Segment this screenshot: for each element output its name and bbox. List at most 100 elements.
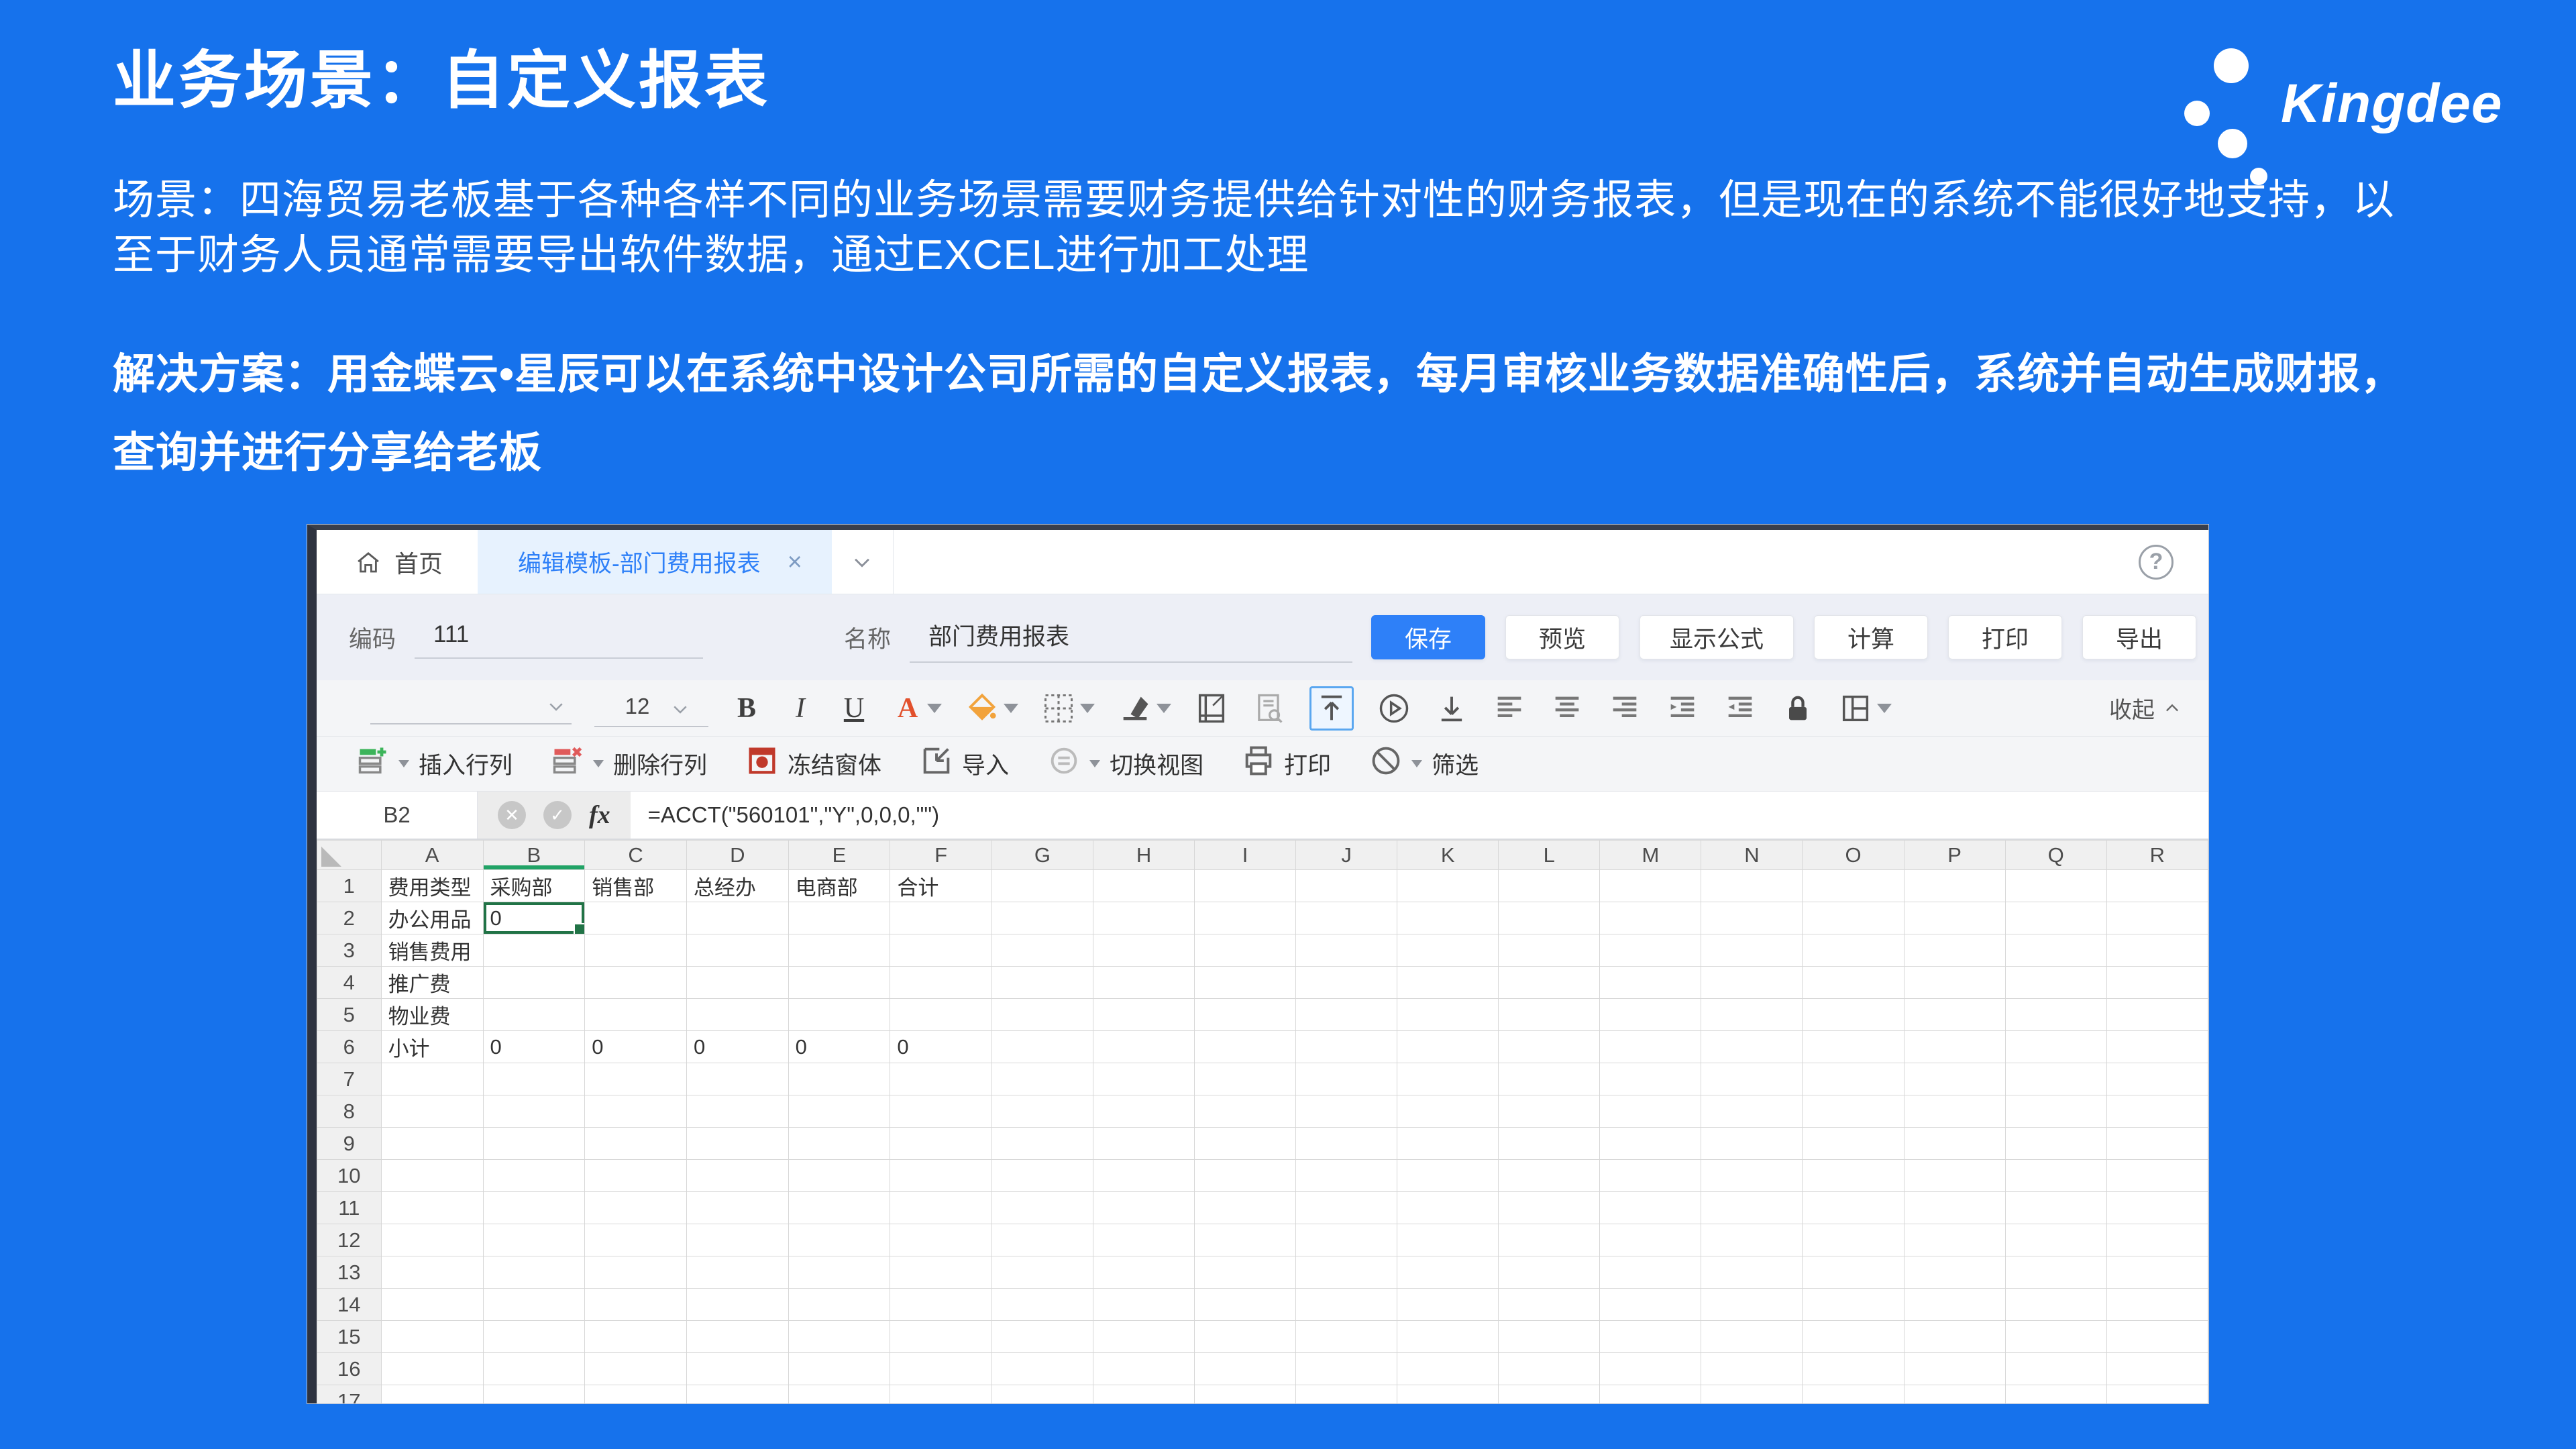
cell-O2[interactable] [1803, 902, 1904, 934]
eraser-button[interactable] [1118, 691, 1171, 726]
row-header-2[interactable]: 2 [317, 902, 382, 934]
cell-B6[interactable]: 0 [483, 1031, 585, 1063]
row-header-3[interactable]: 3 [317, 934, 382, 967]
font-color-button[interactable]: A [892, 689, 942, 728]
filter-button[interactable]: 筛选 [1368, 743, 1479, 784]
cell-J16[interactable] [1296, 1353, 1397, 1385]
cell-I14[interactable] [1195, 1289, 1296, 1321]
cell-H14[interactable] [1093, 1289, 1194, 1321]
cell-I10[interactable] [1195, 1160, 1296, 1192]
cell-I17[interactable] [1195, 1385, 1296, 1404]
cell-J15[interactable] [1296, 1321, 1397, 1353]
cell-H5[interactable] [1093, 999, 1194, 1031]
cell-E15[interactable] [788, 1321, 890, 1353]
cell-J5[interactable] [1296, 999, 1397, 1031]
export-button[interactable]: 导出 [2082, 615, 2196, 659]
cell-I9[interactable] [1195, 1128, 1296, 1160]
cell-R12[interactable] [2106, 1224, 2208, 1256]
column-header-E[interactable]: E [788, 841, 890, 870]
cell-B4[interactable] [483, 967, 585, 999]
align-right-button[interactable] [1607, 691, 1642, 726]
cell-O12[interactable] [1803, 1224, 1904, 1256]
cell-H2[interactable] [1093, 902, 1194, 934]
cell-Q14[interactable] [2005, 1289, 2106, 1321]
import-button[interactable]: 导入 [919, 743, 1009, 784]
cell-P5[interactable] [1904, 999, 2005, 1031]
column-header-I[interactable]: I [1195, 841, 1296, 870]
cell-L9[interactable] [1499, 1128, 1600, 1160]
cell-N15[interactable] [1701, 1321, 1803, 1353]
cell-E12[interactable] [788, 1224, 890, 1256]
cell-A6[interactable]: 小计 [381, 1031, 483, 1063]
indent-increase-button[interactable] [1665, 691, 1700, 726]
cell-M6[interactable] [1600, 1031, 1701, 1063]
borders-button[interactable] [1041, 691, 1095, 726]
font-family-select[interactable] [370, 692, 572, 724]
cell-K15[interactable] [1397, 1321, 1499, 1353]
cell-L17[interactable] [1499, 1385, 1600, 1404]
cell-J1[interactable] [1296, 870, 1397, 902]
cell-D1[interactable]: 总经办 [686, 870, 788, 902]
cell-H1[interactable] [1093, 870, 1194, 902]
align-left-button[interactable] [1492, 691, 1527, 726]
cell-H6[interactable] [1093, 1031, 1194, 1063]
cell-C12[interactable] [585, 1224, 687, 1256]
cell-Q15[interactable] [2005, 1321, 2106, 1353]
cell-A1[interactable]: 费用类型 [381, 870, 483, 902]
cell-J13[interactable] [1296, 1256, 1397, 1289]
cell-G16[interactable] [991, 1353, 1093, 1385]
cell-E16[interactable] [788, 1353, 890, 1385]
indent-decrease-button[interactable] [1723, 691, 1758, 726]
cell-Q12[interactable] [2005, 1224, 2106, 1256]
cell-E9[interactable] [788, 1128, 890, 1160]
cell-A13[interactable] [381, 1256, 483, 1289]
cell-G4[interactable] [991, 967, 1093, 999]
cell-H4[interactable] [1093, 967, 1194, 999]
cell-D12[interactable] [686, 1224, 788, 1256]
cell-P2[interactable] [1904, 902, 2005, 934]
cell-J12[interactable] [1296, 1224, 1397, 1256]
cell-E3[interactable] [788, 934, 890, 967]
cell-G11[interactable] [991, 1192, 1093, 1224]
row-header-12[interactable]: 12 [317, 1224, 382, 1256]
cell-E10[interactable] [788, 1160, 890, 1192]
table-view-button[interactable] [1838, 691, 1892, 726]
cell-G5[interactable] [991, 999, 1093, 1031]
cell-R13[interactable] [2106, 1256, 2208, 1289]
row-header-13[interactable]: 13 [317, 1256, 382, 1289]
cell-L14[interactable] [1499, 1289, 1600, 1321]
select-all-corner[interactable] [317, 841, 382, 870]
italic-button[interactable]: I [785, 689, 816, 728]
cell-Q9[interactable] [2005, 1128, 2106, 1160]
cell-B15[interactable] [483, 1321, 585, 1353]
cell-B3[interactable] [483, 934, 585, 967]
cell-R10[interactable] [2106, 1160, 2208, 1192]
cell-R5[interactable] [2106, 999, 2208, 1031]
freeze-pane-button[interactable]: 冻结窗体 [745, 743, 881, 784]
cell-K10[interactable] [1397, 1160, 1499, 1192]
cell-I11[interactable] [1195, 1192, 1296, 1224]
cell-C4[interactable] [585, 967, 687, 999]
cell-B13[interactable] [483, 1256, 585, 1289]
cell-F17[interactable] [890, 1385, 992, 1404]
cell-C16[interactable] [585, 1353, 687, 1385]
cell-K3[interactable] [1397, 934, 1499, 967]
cell-N5[interactable] [1701, 999, 1803, 1031]
cell-I16[interactable] [1195, 1353, 1296, 1385]
cell-F16[interactable] [890, 1353, 992, 1385]
cell-D13[interactable] [686, 1256, 788, 1289]
row-header-1[interactable]: 1 [317, 870, 382, 902]
cell-F8[interactable] [890, 1095, 992, 1128]
cell-K2[interactable] [1397, 902, 1499, 934]
cell-P12[interactable] [1904, 1224, 2005, 1256]
cell-Q7[interactable] [2005, 1063, 2106, 1095]
cell-R2[interactable] [2106, 902, 2208, 934]
cell-C2[interactable] [585, 902, 687, 934]
cell-H13[interactable] [1093, 1256, 1194, 1289]
cell-B10[interactable] [483, 1160, 585, 1192]
cell-B1[interactable]: 采购部 [483, 870, 585, 902]
cell-R6[interactable] [2106, 1031, 2208, 1063]
cell-N9[interactable] [1701, 1128, 1803, 1160]
cell-H7[interactable] [1093, 1063, 1194, 1095]
snap-top-button[interactable] [1309, 686, 1354, 731]
